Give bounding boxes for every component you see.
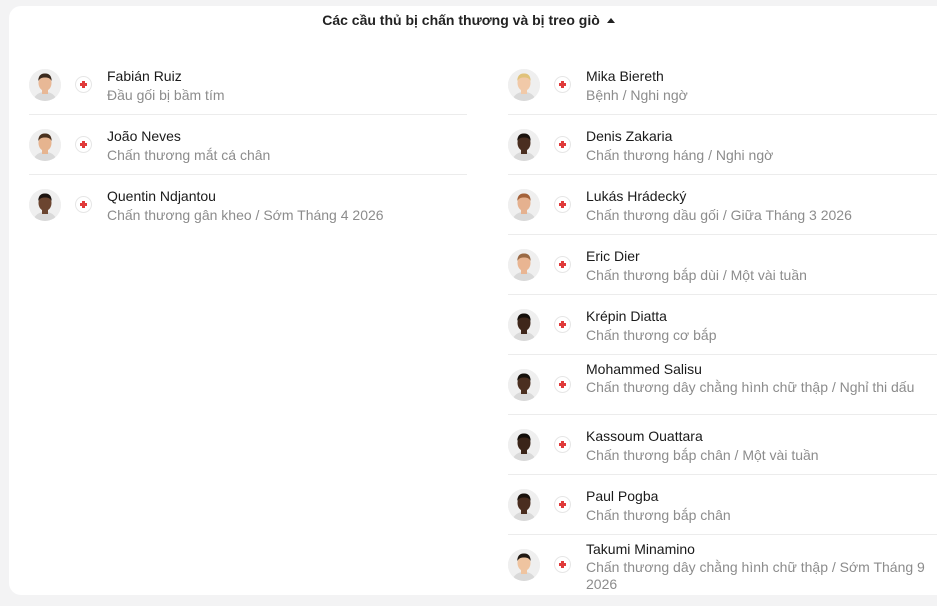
player-avatar[interactable] <box>508 309 540 341</box>
player-name[interactable]: Paul Pogba <box>586 488 658 504</box>
player-row[interactable]: Mohammed Salisu Chấn thương dây chằng hìn… <box>508 355 937 415</box>
player-row[interactable]: Fabián Ruiz Đầu gối bị bầm tím <box>29 55 467 115</box>
injury-status: Chấn thương mắt cá chân <box>107 147 271 163</box>
player-avatar[interactable] <box>508 189 540 221</box>
red-cross-icon <box>555 257 570 272</box>
player-row[interactable]: Lukás Hrádecký Chấn thương dầu gối / Giữa… <box>508 175 937 235</box>
red-cross-icon <box>76 197 91 212</box>
red-cross-icon <box>555 377 570 392</box>
player-name[interactable]: Denis Zakaria <box>586 128 672 144</box>
player-name[interactable]: Fabián Ruiz <box>107 68 182 84</box>
player-name[interactable]: Mika Biereth <box>586 68 664 84</box>
player-row[interactable]: Krépin Diatta Chấn thương cơ bắp <box>508 295 937 355</box>
red-cross-icon <box>555 497 570 512</box>
section-header[interactable]: Các cầu thủ bị chấn thương và bị treo gi… <box>0 12 937 28</box>
injury-status: Đầu gối bị bầm tím <box>107 87 225 103</box>
injury-status: Chấn thương dây chằng hình chữ thập / Ng… <box>586 379 915 395</box>
player-row[interactable]: Mika Biereth Bệnh / Nghi ngờ <box>508 55 937 115</box>
injury-status: Chấn thương cơ bắp <box>586 327 717 343</box>
player-name[interactable]: Quentin Ndjantou <box>107 188 216 204</box>
red-cross-icon <box>555 137 570 152</box>
player-avatar[interactable] <box>508 249 540 281</box>
player-row[interactable]: Kassoum Ouattara Chấn thương bắp chân / M… <box>508 415 937 475</box>
right-player-list: Mika Biereth Bệnh / Nghi ngờ Denis Zakaria… <box>508 55 937 594</box>
player-row[interactable]: Denis Zakaria Chấn thương háng / Nghi ngờ <box>508 115 937 175</box>
injury-status: Chấn thương dây chằng hình chữ thập / Sớ… <box>586 559 925 592</box>
player-name[interactable]: Lukás Hrádecký <box>586 188 686 204</box>
section-title: Các cầu thủ bị chấn thương và bị treo gi… <box>322 12 600 28</box>
injury-status: Chấn thương bắp dùi / Một vài tuần <box>586 267 807 283</box>
injury-status: Chấn thương bắp chân <box>586 507 731 523</box>
player-name[interactable]: Kassoum Ouattara <box>586 428 703 444</box>
player-row[interactable]: Takumi Minamino Chấn thương dây chằng hìn… <box>508 535 937 594</box>
red-cross-icon <box>555 77 570 92</box>
player-avatar[interactable] <box>508 129 540 161</box>
player-avatar[interactable] <box>508 549 540 581</box>
red-cross-icon <box>76 137 91 152</box>
injury-status: Bệnh / Nghi ngờ <box>586 87 688 103</box>
player-row[interactable]: Paul Pogba Chấn thương bắp chân <box>508 475 937 535</box>
player-name[interactable]: Takumi Minamino <box>586 541 695 557</box>
player-avatar[interactable] <box>508 69 540 101</box>
injury-status: Chấn thương bắp chân / Một vài tuần <box>586 447 819 463</box>
player-avatar[interactable] <box>29 69 61 101</box>
red-cross-icon <box>555 317 570 332</box>
red-cross-icon <box>555 197 570 212</box>
player-avatar[interactable] <box>29 129 61 161</box>
left-player-list: Fabián Ruiz Đầu gối bị bầm tím João Neves C… <box>29 55 467 234</box>
player-avatar[interactable] <box>508 429 540 461</box>
player-name[interactable]: Eric Dier <box>586 248 640 264</box>
red-cross-icon <box>555 557 570 572</box>
player-name[interactable]: Krépin Diatta <box>586 308 667 324</box>
player-row[interactable]: João Neves Chấn thương mắt cá chân <box>29 115 467 175</box>
player-avatar[interactable] <box>508 369 540 401</box>
player-avatar[interactable] <box>508 489 540 521</box>
caret-up-icon[interactable] <box>606 18 615 23</box>
player-name[interactable]: João Neves <box>107 128 181 144</box>
injury-status: Chấn thương dầu gối / Giữa Tháng 3 2026 <box>586 207 852 223</box>
player-row[interactable]: Eric Dier Chấn thương bắp dùi / Một vài t… <box>508 235 937 295</box>
injury-status: Chấn thương háng / Nghi ngờ <box>586 147 774 163</box>
player-row[interactable]: Quentin Ndjantou Chấn thương gân kheo / S… <box>29 175 467 234</box>
player-avatar[interactable] <box>29 189 61 221</box>
red-cross-icon <box>555 437 570 452</box>
player-name[interactable]: Mohammed Salisu <box>586 361 702 377</box>
injury-status: Chấn thương gân kheo / Sớm Tháng 4 2026 <box>107 207 384 223</box>
red-cross-icon <box>76 77 91 92</box>
